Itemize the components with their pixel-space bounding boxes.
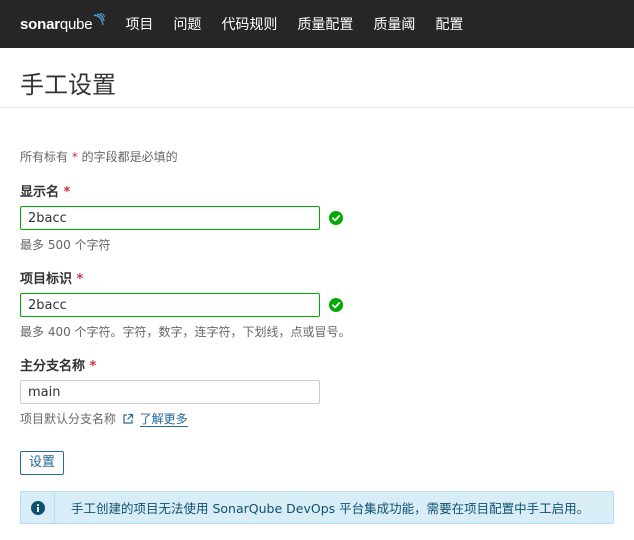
display-name-input[interactable] <box>20 206 320 230</box>
required-star: * <box>76 272 84 287</box>
main-branch-help-text: 项目默认分支名称 <box>20 412 117 426</box>
display-name-label-text: 显示名 <box>20 185 60 200</box>
alert-message: 手工创建的项目无法使用 SonarQube DevOps 平台集成功能，需要在项… <box>71 501 590 516</box>
project-key-label: 项目标识 * <box>20 268 83 287</box>
nav-projects[interactable]: 项目 <box>125 14 153 34</box>
alert-icon-box <box>21 492 55 523</box>
top-navbar: sonarqube 项目 问题 代码规则 质量配置 质量阈 配置 <box>0 0 634 48</box>
required-note-prefix: 所有标有 <box>20 150 69 164</box>
required-fields-note: 所有标有 * 的字段都是必填的 <box>20 148 178 165</box>
nav-administration[interactable]: 配置 <box>435 14 463 34</box>
info-icon <box>30 500 45 515</box>
required-star: * <box>71 150 78 164</box>
required-star: * <box>63 185 71 200</box>
main-branch-label: 主分支名称 * <box>20 355 96 374</box>
main-nav: 项目 问题 代码规则 质量配置 质量阈 配置 <box>115 14 473 34</box>
required-note-suffix: 的字段都是必填的 <box>81 150 178 164</box>
display-name-label: 显示名 * <box>20 181 70 200</box>
info-alert: 手工创建的项目无法使用 SonarQube DevOps 平台集成功能，需要在项… <box>20 491 614 524</box>
valid-check-icon <box>329 298 343 312</box>
external-link-icon <box>123 413 133 424</box>
nav-quality-gates[interactable]: 质量阈 <box>373 14 415 34</box>
page-title: 手工设置 <box>20 71 116 99</box>
sonarqube-logo[interactable]: sonarqube <box>20 0 106 48</box>
display-name-help: 最多 500 个字符 <box>20 238 111 252</box>
page-header: 手工设置 <box>0 48 634 108</box>
project-key-help: 最多 400 个字符。字符，数字，连字符，下划线，点或冒号。 <box>20 325 351 339</box>
main-branch-help: 项目默认分支名称 了解更多 <box>20 410 188 427</box>
nav-quality-profiles[interactable]: 质量配置 <box>297 14 353 34</box>
learn-more-link[interactable]: 了解更多 <box>139 412 188 427</box>
valid-check-icon <box>329 211 343 225</box>
logo-text: sonarqube <box>20 15 93 33</box>
main-branch-label-text: 主分支名称 <box>20 359 86 374</box>
logo-arcs-icon <box>94 12 106 25</box>
nav-rules[interactable]: 代码规则 <box>221 14 277 34</box>
main-branch-input[interactable] <box>20 380 320 404</box>
project-key-input[interactable] <box>20 293 320 317</box>
required-star: * <box>89 359 97 374</box>
setup-button[interactable]: 设置 <box>20 451 65 475</box>
project-key-label-text: 项目标识 <box>20 272 73 287</box>
nav-issues[interactable]: 问题 <box>173 14 201 34</box>
